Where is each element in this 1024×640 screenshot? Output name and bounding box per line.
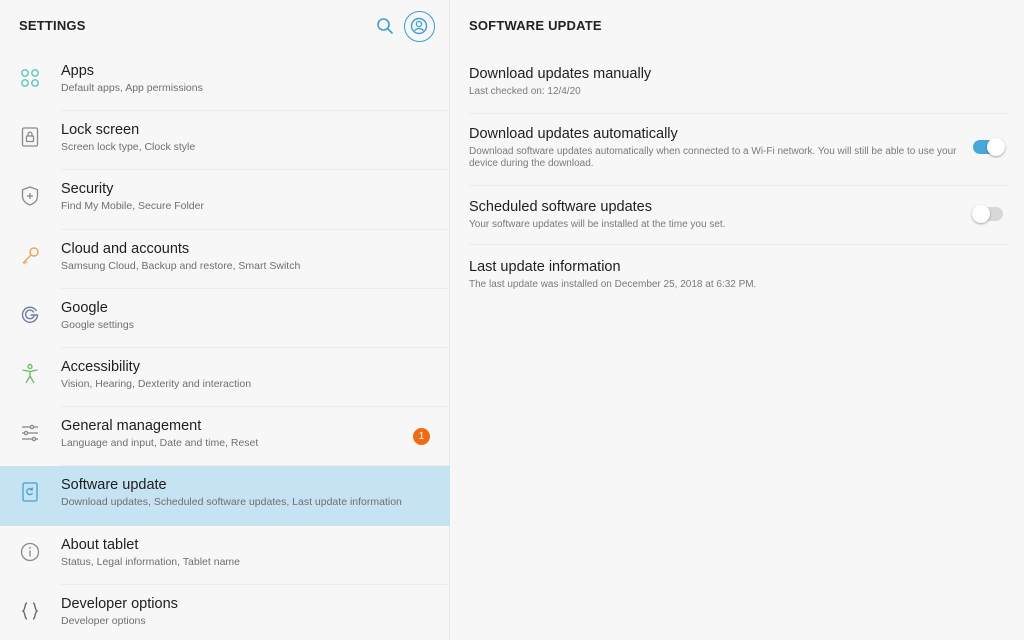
menu-item-subtitle: Download updates, Scheduled software upd… xyxy=(61,496,402,509)
software-update-icon xyxy=(18,480,42,504)
menu-item-general-management[interactable]: General management Language and input, D… xyxy=(0,407,450,467)
shield-icon xyxy=(18,184,42,208)
setting-title: Download updates automatically xyxy=(469,126,678,142)
menu-item-lock-screen[interactable]: Lock screen Screen lock type, Clock styl… xyxy=(0,111,450,171)
info-icon xyxy=(18,540,42,564)
setting-subtitle: Download software updates automatically … xyxy=(469,146,957,169)
account-avatar-icon[interactable] xyxy=(404,11,435,42)
menu-item-about-tablet[interactable]: About tablet Status, Legal information, … xyxy=(0,526,450,585)
software-update-panel: SOFTWARE UPDATE Download updates manuall… xyxy=(451,0,1024,640)
setting-subtitle: The last update was installed on Decembe… xyxy=(469,279,757,290)
lock-icon xyxy=(18,125,42,149)
menu-item-subtitle: Default apps, App permissions xyxy=(61,82,203,94)
auto-update-toggle[interactable] xyxy=(973,138,1005,156)
key-icon xyxy=(18,244,42,268)
notification-badge: 1 xyxy=(413,428,430,446)
menu-item-title: Accessibility xyxy=(61,358,140,375)
menu-item-apps[interactable]: Apps Default apps, App permissions xyxy=(0,52,450,112)
braces-icon xyxy=(18,599,42,623)
menu-item-title: Software update xyxy=(61,477,167,494)
setting-subtitle: Last checked on: 12/4/20 xyxy=(469,86,581,97)
setting-subtitle: Your software updates will be installed … xyxy=(469,219,726,230)
download-automatically-item[interactable]: Download updates automatically Download … xyxy=(469,126,959,170)
menu-item-title: Lock screen xyxy=(61,122,140,139)
menu-item-subtitle: Find My Mobile, Secure Folder xyxy=(61,200,204,213)
menu-item-title: Developer options xyxy=(61,595,178,612)
menu-item-software-update[interactable]: Software update Download updates, Schedu… xyxy=(0,466,450,526)
divider xyxy=(469,113,1009,114)
panel-title: SOFTWARE UPDATE xyxy=(469,18,602,33)
menu-item-title: Security xyxy=(61,181,114,198)
menu-item-developer-options[interactable]: Developer options Developer options xyxy=(0,585,450,640)
accessibility-icon xyxy=(18,362,42,386)
download-manually-item[interactable]: Download updates manually Last checked o… xyxy=(469,66,1009,98)
menu-item-title: Apps xyxy=(61,63,95,79)
menu-item-title: Cloud and accounts xyxy=(61,240,190,257)
menu-item-title: Google xyxy=(61,299,108,316)
setting-title: Scheduled software updates xyxy=(469,199,652,215)
toggle-knob xyxy=(972,205,990,223)
settings-panel: SETTINGS Apps Default apps, App permissi… xyxy=(0,0,450,640)
scheduled-updates-item[interactable]: Scheduled software updates Your software… xyxy=(469,199,1009,231)
menu-item-cloud-accounts[interactable]: Cloud and accounts Samsung Cloud, Backup… xyxy=(0,230,450,289)
menu-item-security[interactable]: Security Find My Mobile, Secure Folder xyxy=(0,170,450,230)
apps-icon xyxy=(18,66,42,90)
menu-item-subtitle: Samsung Cloud, Backup and restore, Smart… xyxy=(61,259,301,272)
menu-item-subtitle: Status, Legal information, Tablet name xyxy=(61,555,240,568)
settings-menu: Apps Default apps, App permissions Lock … xyxy=(0,52,450,640)
page-title: SETTINGS xyxy=(19,18,86,33)
divider xyxy=(469,244,1009,245)
menu-item-subtitle: Developer options xyxy=(61,614,146,627)
google-icon xyxy=(18,303,42,327)
menu-item-subtitle: Google settings xyxy=(61,318,134,331)
menu-item-title: About tablet xyxy=(61,536,139,553)
scheduled-updates-toggle[interactable] xyxy=(972,205,1003,223)
menu-item-subtitle: Screen lock type, Clock style xyxy=(61,141,196,154)
menu-item-google[interactable]: Google Google settings xyxy=(0,289,450,348)
menu-item-title: General management xyxy=(61,418,202,435)
setting-title: Download updates manually xyxy=(469,66,652,82)
last-update-info-item[interactable]: Last update information The last update … xyxy=(469,259,1009,291)
sliders-icon xyxy=(18,421,42,445)
toggle-knob xyxy=(987,138,1005,156)
settings-header: SETTINGS xyxy=(0,0,449,52)
search-icon[interactable] xyxy=(374,15,396,37)
menu-item-subtitle: Vision, Hearing, Dexterity and interacti… xyxy=(61,377,252,390)
setting-title: Last update information xyxy=(469,259,621,275)
divider xyxy=(469,185,1009,186)
menu-item-subtitle: Language and input, Date and time, Reset xyxy=(61,437,259,450)
menu-item-accessibility[interactable]: Accessibility Vision, Hearing, Dexterity… xyxy=(0,348,450,408)
